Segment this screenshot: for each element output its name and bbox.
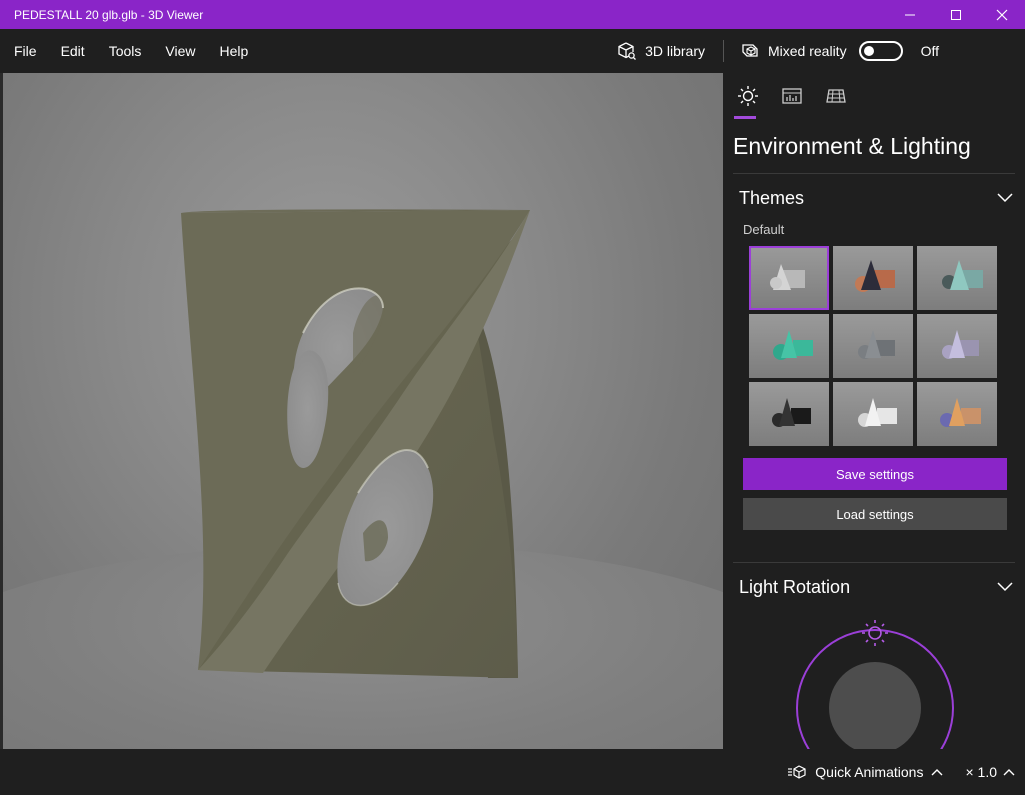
cube-search-icon [618,42,637,60]
3d-viewport[interactable] [3,73,723,749]
menu-bar: File Edit Tools View Help 3D library Mix… [0,29,1025,73]
sun-icon [738,86,758,106]
theme-thumbnail[interactable] [749,246,829,310]
environment-panel: Environment & Lighting Themes Default Sa… [723,73,1025,749]
pedestal-model[interactable] [3,73,723,749]
status-bar: Quick Animations × 1.0 [0,749,1025,795]
toolbar-divider [722,40,724,62]
animation-cube-icon [788,765,806,779]
light-rotation-dial[interactable] [723,609,1025,749]
panel-title: Environment & Lighting [733,133,971,159]
themes-header[interactable]: Themes [723,174,1025,222]
theme-thumbnail[interactable] [749,382,829,446]
panel-tabs [723,73,1025,121]
title-bar: PEDESTALL 20 glb.glb - 3D Viewer [0,0,1025,29]
chevron-down-icon [997,582,1013,592]
zoom-control[interactable]: × 1.0 [965,764,1015,780]
load-settings-button[interactable]: Load settings [743,498,1007,530]
menu-view[interactable]: View [153,43,207,59]
light-rotation-header[interactable]: Light Rotation [723,563,1025,611]
window-title: PEDESTALL 20 glb.glb - 3D Viewer [14,7,204,22]
theme-thumbnail[interactable] [917,382,997,446]
chevron-down-icon [997,193,1013,203]
minimize-button[interactable] [887,0,933,29]
toggle-state: Off [920,43,939,59]
chevron-up-icon [1003,769,1015,776]
tab-grid[interactable] [821,85,851,119]
maximize-button[interactable] [933,0,979,29]
menu-edit[interactable]: Edit [49,43,97,59]
theme-thumbnail[interactable] [917,246,997,310]
mixed-reality-icon [742,44,758,57]
library-button[interactable]: 3D library [617,41,705,61]
menu-file[interactable]: File [0,43,49,59]
theme-thumbnail[interactable] [833,246,913,310]
close-button[interactable] [979,0,1025,29]
maximize-icon [951,9,961,20]
mixed-reality-label: Mixed reality [767,43,847,59]
theme-thumbnail[interactable] [917,314,997,378]
library-label: 3D library [645,43,705,59]
save-settings-button[interactable]: Save settings [743,458,1007,490]
mixed-reality-toggle[interactable] [858,41,903,61]
menu-tools[interactable]: Tools [97,43,154,59]
minimize-icon [905,14,915,15]
theme-grid [723,246,1025,446]
menu-help[interactable]: Help [207,43,260,59]
themes-heading: Themes [739,187,805,208]
quick-animations-button[interactable]: Quick Animations [787,764,943,780]
theme-thumbnail[interactable] [749,314,829,378]
light-rotation-heading: Light Rotation [739,576,851,597]
grid-icon [826,89,846,103]
mixed-reality-group: Mixed reality Off [740,41,939,61]
chevron-up-icon [931,769,943,776]
toggle-knob [863,46,874,56]
zoom-label: × 1.0 [965,764,997,780]
tab-environment[interactable] [733,85,763,119]
close-icon [996,9,1008,20]
theme-thumbnail[interactable] [833,314,913,378]
sun-icon [862,620,888,646]
stats-icon [782,88,802,104]
selected-theme-label: Default [743,222,785,237]
quick-animations-label: Quick Animations [815,764,924,780]
theme-thumbnail[interactable] [833,382,913,446]
tab-stats[interactable] [777,85,807,119]
